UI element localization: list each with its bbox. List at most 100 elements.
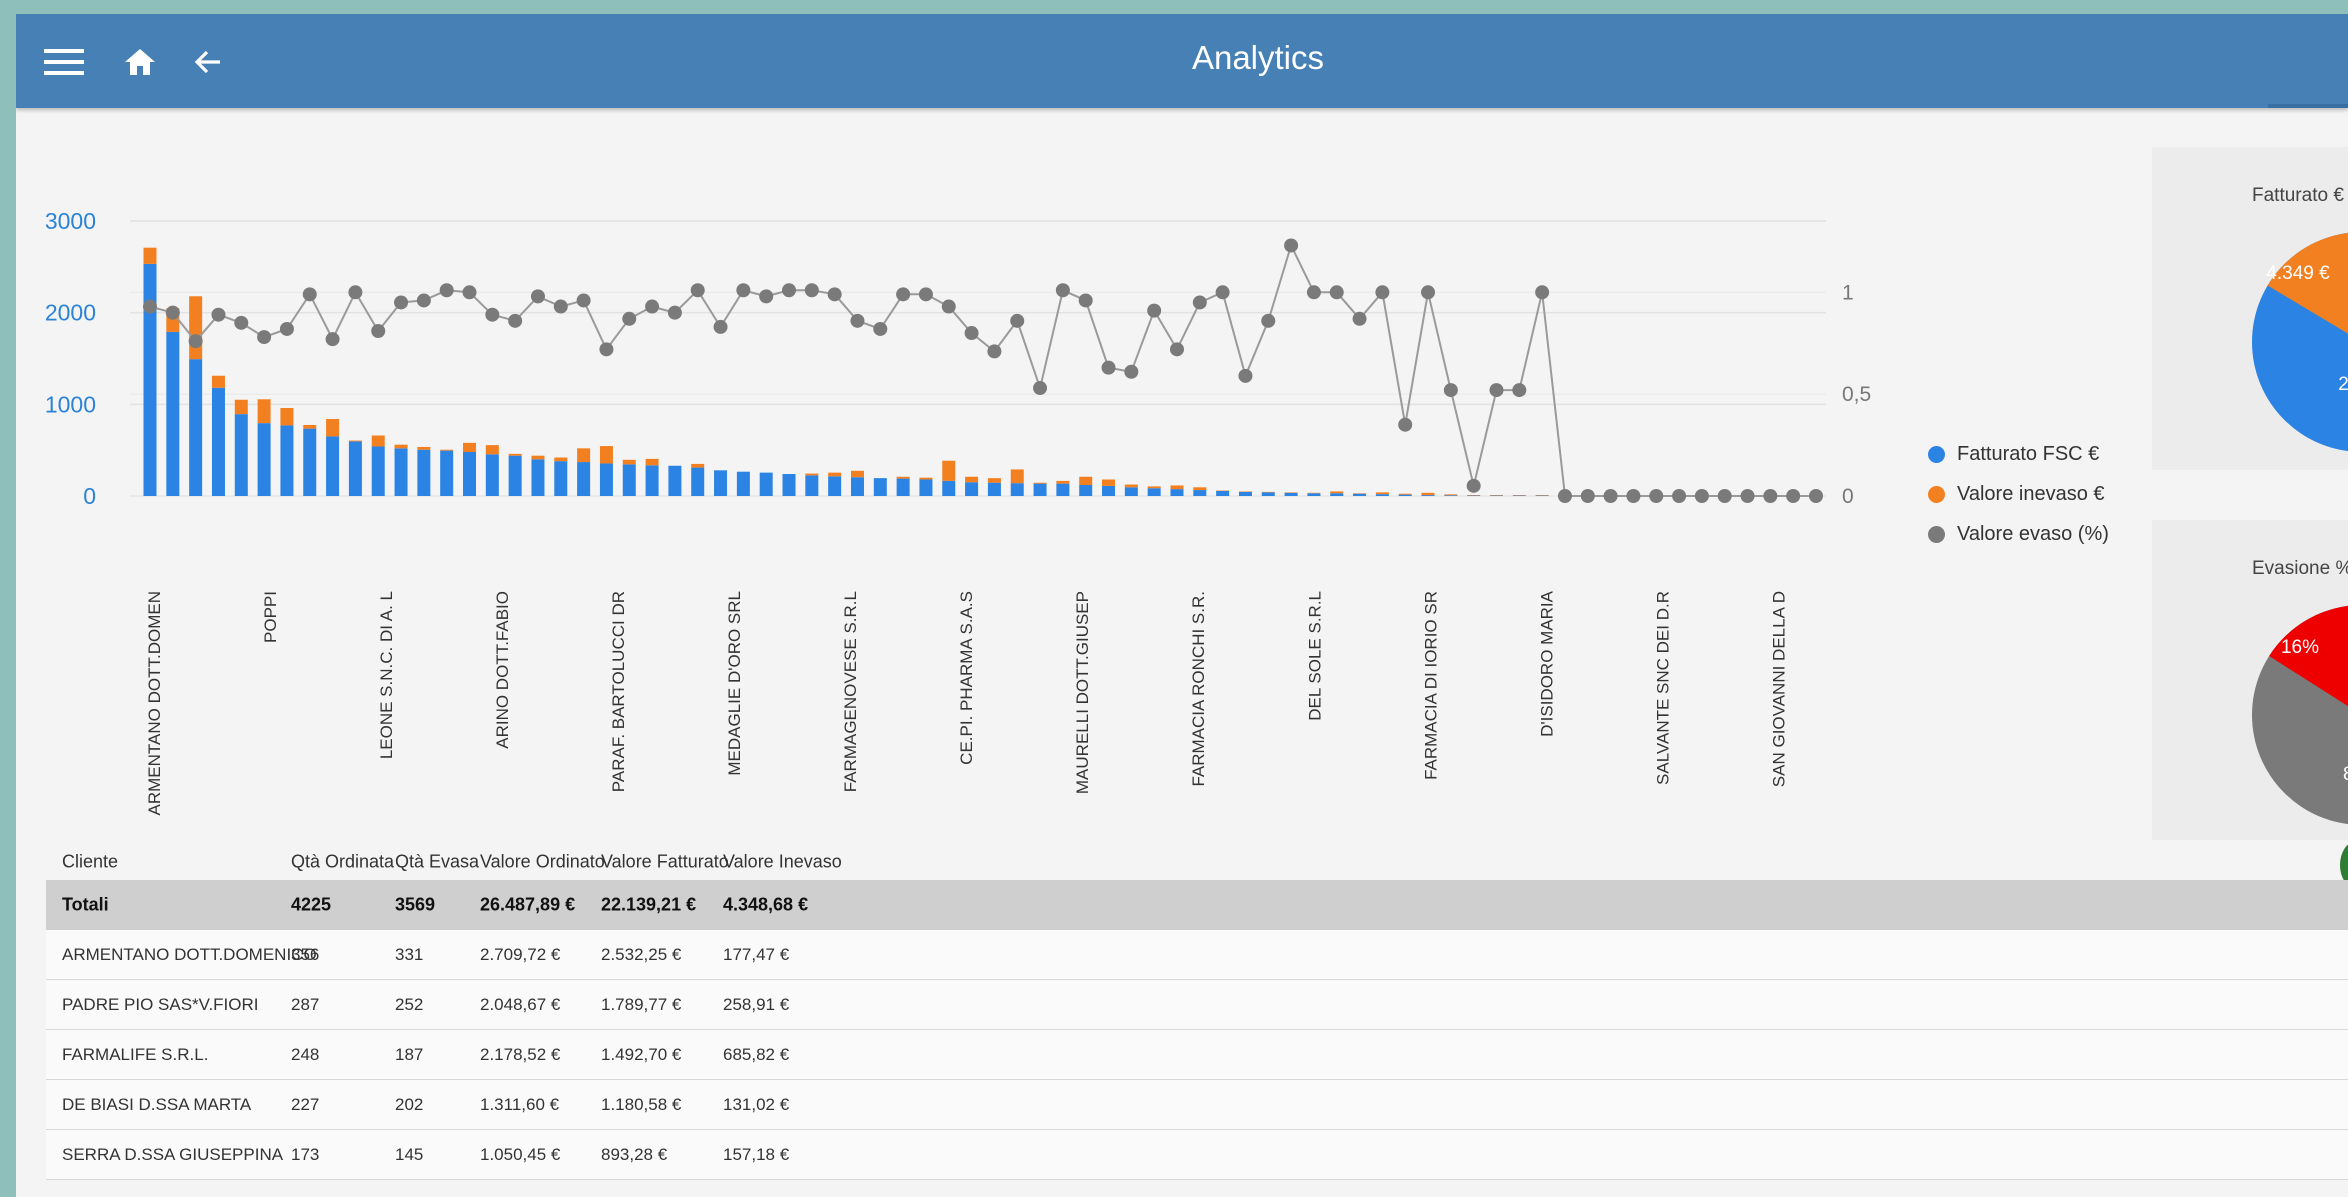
point-evaso: [804, 283, 819, 298]
bar-fatturato: [759, 472, 773, 496]
point-evaso: [1284, 238, 1299, 253]
point-evaso: [1055, 283, 1070, 298]
point-evaso: [325, 332, 340, 347]
point-evaso: [234, 315, 249, 330]
bar-fatturato: [1102, 485, 1116, 496]
top-app-bar: Analytics: [16, 14, 2348, 108]
combo-chart: 3000 2000 1000 0 1 0,5 0 ARMENTANO DOTT.DOMEN PO…: [45, 208, 1871, 815]
bar-fatturato: [394, 448, 408, 496]
bar-fatturato: [303, 428, 317, 496]
table-cell: 187: [395, 1044, 424, 1064]
legend-label: Valore evaso (%): [1957, 522, 2109, 545]
bar-inevaso: [622, 459, 636, 465]
col-header[interactable]: Valore Inevaso: [723, 852, 842, 873]
table-cell: 202: [395, 1094, 424, 1114]
bar-fatturato: [736, 471, 750, 496]
y-tick-label-left: 3000: [45, 208, 96, 234]
col-header[interactable]: Cliente: [62, 852, 118, 873]
bar-fatturato: [919, 479, 933, 496]
bar-fatturato: [1307, 493, 1321, 496]
point-evaso: [1580, 489, 1595, 503]
table-header: Cliente Qtà Ordinata Qtà Evasa Valore Or…: [46, 844, 2348, 880]
legend-item-evaso[interactable]: Valore evaso (%): [1928, 514, 2109, 554]
table-row[interactable]: PADRE PIO SAS*V.FIORI 287 252 2.048,67 €…: [46, 980, 2348, 1030]
bar-inevaso: [1102, 479, 1116, 486]
point-evaso: [1763, 489, 1778, 503]
bar-inevaso: [143, 247, 157, 264]
bar-inevaso: [463, 442, 477, 452]
point-evaso: [645, 299, 660, 314]
bar-fatturato: [987, 482, 1001, 496]
bar-inevaso: [896, 476, 910, 479]
bar-inevaso: [417, 446, 431, 450]
x-tick-label: FARMACIA RONCHI S.R.: [1189, 591, 1208, 787]
point-evaso: [850, 313, 865, 328]
point-evaso: [1421, 285, 1436, 300]
col-header[interactable]: Qtà Ordinata: [291, 852, 394, 873]
bar-inevaso: [326, 419, 340, 437]
point-evaso: [736, 283, 751, 298]
bar-fatturato: [896, 478, 910, 496]
table-cell: 287: [291, 994, 320, 1014]
point-evaso: [1740, 489, 1755, 503]
table-cell: 893,28 €: [601, 1144, 668, 1164]
bar-fatturato: [1216, 490, 1230, 496]
table-row[interactable]: ARMENTANO DOTT.DOMENICO 356 331 2.709,72…: [46, 930, 2348, 980]
bar-fatturato: [850, 477, 864, 496]
point-evaso: [1192, 295, 1207, 310]
pie-card-evasione: Evasione % 84%16%: [2152, 520, 2348, 840]
point-evaso: [827, 287, 842, 302]
bar-inevaso: [531, 455, 545, 460]
point-evaso: [462, 285, 477, 300]
bar-fatturato: [1421, 495, 1435, 496]
bar-fatturato: [1375, 494, 1389, 496]
bar-fatturato: [371, 446, 385, 496]
legend-item-inevaso[interactable]: Valore inevaso €: [1928, 474, 2109, 514]
bar-inevaso: [280, 408, 294, 426]
pie-card-fatturato: Fatturato € 22.134.349 €: [2152, 147, 2348, 470]
bar-inevaso: [440, 449, 454, 451]
bar-inevaso: [1033, 482, 1047, 484]
bar-inevaso: [850, 470, 864, 478]
col-header[interactable]: Valore Ordinato: [480, 852, 605, 873]
clients-table: Cliente Qtà Ordinata Qtà Evasa Valore Or…: [46, 844, 2348, 1180]
y-tick-label-left: 1000: [45, 391, 96, 417]
bar-fatturato: [599, 463, 613, 496]
bar-inevaso: [394, 444, 408, 449]
chart-legend: Fatturato FSC € Valore inevaso € Valore …: [1928, 434, 2109, 554]
bar-fatturato: [440, 450, 454, 496]
bar-fatturato: [691, 467, 705, 496]
legend-dot: [1928, 485, 1945, 503]
bar-inevaso: [1421, 492, 1435, 496]
col-header[interactable]: Valore Fatturato: [601, 852, 729, 873]
point-evaso: [1443, 383, 1458, 398]
x-tick-label: LEONE S.N.C. DI A. L: [377, 591, 396, 759]
point-evaso: [941, 299, 956, 314]
table-row[interactable]: FARMALIFE S.R.L. 248 187 2.178,52 € 1.49…: [46, 1030, 2348, 1080]
point-evaso: [1147, 303, 1162, 318]
table-row[interactable]: DE BIASI D.SSA MARTA 227 202 1.311,60 € …: [46, 1080, 2348, 1130]
point-evaso: [1033, 381, 1048, 396]
point-evaso: [394, 295, 409, 310]
table-cell: 157,18 €: [723, 1144, 790, 1164]
pie-slice-label: 22.13: [2338, 374, 2348, 395]
bar-fatturato: [1033, 483, 1047, 496]
legend-item-fatturato[interactable]: Fatturato FSC €: [1928, 434, 2109, 474]
table-row[interactable]: SERRA D.SSA GIUSEPPINA 173 145 1.050,45 …: [46, 1130, 2348, 1180]
x-tick-label: MEDAGLIE D'ORO SRL: [725, 591, 744, 776]
point-evaso: [1672, 489, 1687, 503]
x-tick-label: FARMACIA DI IORIO SR: [1421, 591, 1440, 780]
bar-fatturato: [645, 465, 659, 496]
x-tick-label: D'ISIDORO MARIA: [1537, 590, 1556, 737]
table-cell: 1.050,45 €: [480, 1144, 561, 1164]
col-header[interactable]: Qtà Evasa: [395, 852, 479, 873]
point-evaso: [1649, 489, 1664, 503]
table-cell: 2.178,52 €: [480, 1044, 561, 1064]
point-evaso: [1535, 285, 1550, 300]
bar-inevaso: [1124, 484, 1138, 488]
bar-inevaso: [1056, 480, 1070, 484]
bar-fatturato: [531, 459, 545, 496]
table-cell: Totali: [62, 894, 109, 915]
table-cell: 2.532,25 €: [601, 944, 682, 964]
bar-fatturato: [485, 454, 499, 496]
